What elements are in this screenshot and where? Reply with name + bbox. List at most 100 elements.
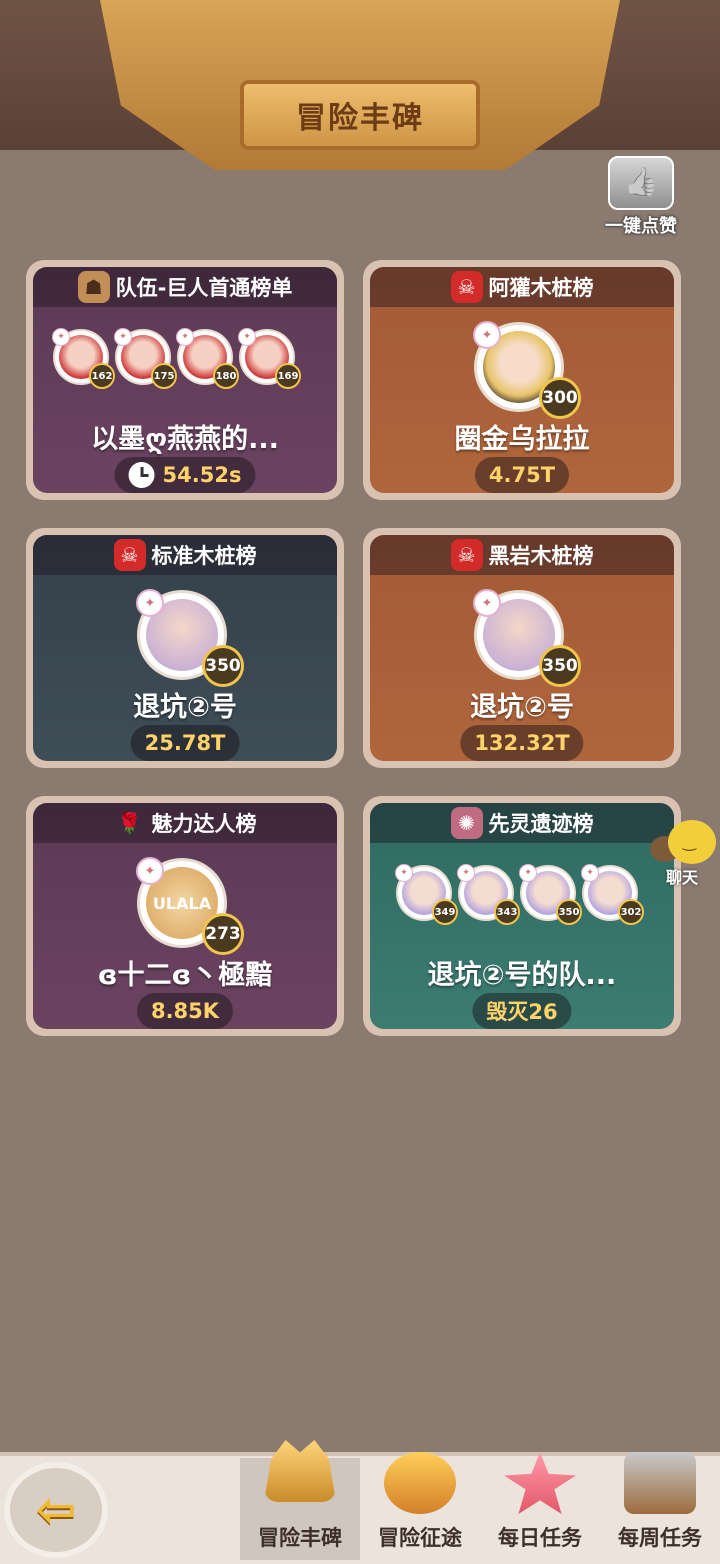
- player-name: 退坑②号: [470, 692, 574, 723]
- card-header: ☠ 阿獾木桩榜: [370, 267, 674, 307]
- like-all-label: 一键点赞: [605, 216, 677, 237]
- element-icon: ✦: [136, 857, 164, 885]
- card-title: 阿獾木桩榜: [488, 276, 594, 300]
- card-header: 🌹 魅力达人榜: [33, 803, 337, 843]
- bottom-tabs: 冒险丰碑 冒险征途 每日任务 每周任务: [240, 1438, 720, 1560]
- level-badge: 162: [89, 363, 115, 389]
- chest-icon: [624, 1452, 696, 1514]
- chat-icon: [644, 818, 720, 864]
- team-avatars: ✦ 349 ✦ 343 ✦ 350 ✦ 302: [395, 864, 644, 925]
- element-icon: ✦: [176, 328, 194, 346]
- level-badge: 350: [539, 645, 581, 687]
- hero-avatar[interactable]: ✦ 180: [176, 328, 239, 389]
- starfish-icon: [504, 1452, 576, 1514]
- score-value: 54.52s: [162, 463, 242, 487]
- leaderboard-card-ancestral-ruins[interactable]: ✺ 先灵遗迹榜 ✦ 349 ✦ 343 ✦ 350 ✦ 302 退坑②号的队... 毁灭…: [363, 796, 681, 1036]
- score-value: 8.85K: [150, 999, 220, 1023]
- page-title: 冒险丰碑: [296, 101, 424, 136]
- hero-avatar[interactable]: ✦ 343: [457, 864, 520, 925]
- leaderboard-card-team-giant[interactable]: ☗ 队伍-巨人首通榜单 ✦ 162 ✦ 175 ✦ 180 ✦ 169 以墨ღ燕燕的..…: [26, 260, 344, 500]
- card-header: ✺ 先灵遗迹榜: [370, 803, 674, 843]
- player-avatar[interactable]: ✦ 350: [473, 589, 581, 687]
- leaderboard-card-standard-dummy[interactable]: ☠ 标准木桩榜 ✦ 350 退坑②号 25.78T: [26, 528, 344, 768]
- tab-adventure-journey[interactable]: 冒险征途: [360, 1438, 480, 1560]
- like-all-button[interactable]: 一键点赞: [596, 150, 686, 237]
- score-pill: 4.75T: [474, 457, 570, 493]
- demon-mask-icon: ☠: [113, 539, 146, 571]
- element-icon: ✦: [473, 589, 501, 617]
- header-title-frame: 冒险丰碑: [240, 80, 480, 150]
- level-badge: 300: [539, 377, 581, 419]
- score-pill: 8.85K: [136, 993, 234, 1029]
- crown-icon: [264, 1440, 336, 1502]
- tab-adventure-monument[interactable]: 冒险丰碑: [240, 1440, 360, 1560]
- level-badge: 349: [432, 899, 458, 925]
- card-header: ☗ 队伍-巨人首通榜单: [33, 267, 337, 307]
- demon-mask-icon: ☠: [450, 539, 483, 571]
- card-title: 队伍-巨人首通榜单: [115, 276, 293, 300]
- element-icon: ✦: [52, 328, 70, 346]
- player-name: 退坑②号的队...: [427, 960, 617, 991]
- element-icon: ✦: [136, 589, 164, 617]
- team-avatars: ✦ 162 ✦ 175 ✦ 180 ✦ 169: [52, 328, 301, 389]
- element-icon: ✦: [238, 328, 256, 346]
- player-avatar[interactable]: ✦ 350: [136, 589, 244, 687]
- back-arrow-icon: ⇦: [35, 1482, 77, 1538]
- player-name: 以墨ღ燕燕的...: [91, 424, 279, 455]
- relic-icon: ✺: [450, 807, 483, 839]
- card-header: ☠ 黑岩木桩榜: [370, 535, 674, 575]
- player-name: ɞ十二ɞ丶極黯: [97, 960, 273, 991]
- hero-avatar[interactable]: ✦ 302: [581, 864, 644, 925]
- score-value: 25.78T: [144, 731, 226, 755]
- player-name: 退坑②号: [133, 692, 237, 723]
- score-pill: 25.78T: [130, 725, 240, 761]
- card-title: 魅力达人榜: [151, 812, 257, 836]
- demon-mask-icon: ☠: [450, 271, 483, 303]
- tab-label: 冒险丰碑: [258, 1526, 342, 1550]
- chat-label: 聊天: [665, 868, 698, 887]
- player-avatar[interactable]: ✦ 300: [473, 321, 581, 419]
- score-pill: 毁灭26: [472, 993, 572, 1029]
- card-title: 黑岩木桩榜: [488, 544, 594, 568]
- card-title: 先灵遗迹榜: [488, 812, 594, 836]
- player-name: 圈金乌拉拉: [454, 424, 590, 455]
- tab-label: 每周任务: [618, 1526, 702, 1550]
- player-avatar[interactable]: ULALA ✦ 273: [136, 857, 244, 955]
- tab-daily-tasks[interactable]: 每日任务: [480, 1438, 600, 1560]
- leaderboard-card-blackrock-dummy[interactable]: ☠ 黑岩木桩榜 ✦ 350 退坑②号 132.32T: [363, 528, 681, 768]
- medal-icon: [384, 1452, 456, 1514]
- tab-label: 每日任务: [498, 1526, 582, 1550]
- element-icon: ✦: [395, 864, 413, 882]
- level-badge: 350: [202, 645, 244, 687]
- clock-icon: [128, 462, 155, 488]
- score-pill: 132.32T: [460, 725, 584, 761]
- mask-icon: ☗: [77, 271, 110, 303]
- hero-avatar[interactable]: ✦ 350: [519, 864, 582, 925]
- element-icon: ✦: [114, 328, 132, 346]
- level-badge: 302: [618, 899, 644, 925]
- level-badge: 350: [556, 899, 582, 925]
- hero-avatar[interactable]: ✦ 169: [238, 328, 301, 389]
- leaderboard-card-charm[interactable]: 🌹 魅力达人榜 ULALA ✦ 273 ɞ十二ɞ丶極黯 8.85K: [26, 796, 344, 1036]
- leaderboard-card-badger-dummy[interactable]: ☠ 阿獾木桩榜 ✦ 300 圈金乌拉拉 4.75T: [363, 260, 681, 500]
- level-badge: 343: [494, 899, 520, 925]
- level-badge: 175: [151, 363, 177, 389]
- level-badge: 180: [213, 363, 239, 389]
- thumbs-up-icon: [608, 156, 674, 210]
- level-badge: 273: [202, 913, 244, 955]
- rose-icon: 🌹: [117, 811, 142, 835]
- card-title: 标准木桩榜: [151, 544, 257, 568]
- element-icon: ✦: [519, 864, 537, 882]
- score-value: 毁灭26: [486, 1000, 558, 1024]
- element-icon: ✦: [473, 321, 501, 349]
- hero-avatar[interactable]: ✦ 349: [395, 864, 458, 925]
- hero-avatar[interactable]: ✦ 162: [52, 328, 115, 389]
- element-icon: ✦: [457, 864, 475, 882]
- tab-weekly-tasks[interactable]: 每周任务: [600, 1438, 720, 1560]
- element-icon: ✦: [581, 864, 599, 882]
- back-button[interactable]: ⇦: [4, 1462, 108, 1558]
- tab-label: 冒险征途: [378, 1526, 462, 1550]
- hero-avatar[interactable]: ✦ 175: [114, 328, 177, 389]
- chat-button[interactable]: 聊天: [644, 818, 720, 888]
- score-pill: 54.52s: [114, 457, 256, 493]
